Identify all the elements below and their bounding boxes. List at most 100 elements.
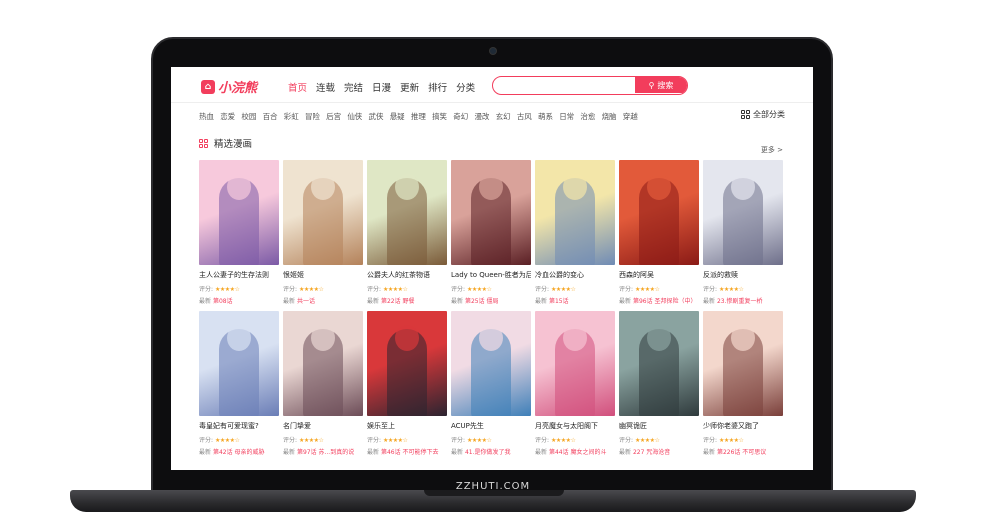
comic-cover[interactable] bbox=[535, 160, 615, 265]
category-item[interactable]: 后宫 bbox=[326, 111, 341, 122]
comic-title[interactable]: 少师你老婆又跑了 bbox=[703, 421, 783, 431]
comic-cover[interactable] bbox=[619, 160, 699, 265]
comic-card[interactable]: 西森的阿吴 评分: ★★★★☆ 最新 第96话 圣邦探险（中） bbox=[619, 160, 699, 305]
latest-chapter[interactable]: 最新 第97话 苏...到真的说 bbox=[283, 447, 363, 456]
comic-cover[interactable] bbox=[367, 160, 447, 265]
logo-text: 小浣熊 bbox=[218, 81, 258, 96]
comic-title[interactable]: ACUP先生 bbox=[451, 421, 531, 431]
all-categories-link[interactable]: 全部分类 bbox=[741, 109, 785, 120]
comic-title[interactable]: 娱乐至上 bbox=[367, 421, 447, 431]
latest-chapter[interactable]: 最新 第226话 不可思议 bbox=[703, 447, 783, 456]
comic-card[interactable]: 反派的救赎 评分: ★★★★☆ 最新 23.惨剧重复一桥 bbox=[703, 160, 783, 305]
category-item[interactable]: 热血 bbox=[199, 111, 214, 122]
cover-figure-head bbox=[395, 325, 419, 351]
comic-title[interactable]: 主人公妻子的生存法则 bbox=[199, 270, 279, 280]
comic-card[interactable]: 毒皇妃有可爱现蜜? 评分: ★★★★☆ 最新 第42话 母亲的威胁 bbox=[199, 311, 279, 456]
category-item[interactable]: 恋爱 bbox=[220, 111, 235, 122]
latest-chapter[interactable]: 最新 第42话 母亲的威胁 bbox=[199, 447, 279, 456]
comic-cover[interactable] bbox=[703, 311, 783, 416]
comic-title[interactable]: 名门挚爱 bbox=[283, 421, 363, 431]
comic-card[interactable]: 娱乐至上 评分: ★★★★☆ 最新 第46话 不可能停下去 bbox=[367, 311, 447, 456]
category-item[interactable]: 冒险 bbox=[305, 111, 320, 122]
comic-title[interactable]: 反派的救赎 bbox=[703, 270, 783, 280]
nav-ranking[interactable]: 排行 bbox=[428, 80, 447, 94]
comic-card[interactable]: 月亮魔女与太阳阁下 评分: ★★★★☆ 最新 第44话 魔女之间的斗 bbox=[535, 311, 615, 456]
category-item[interactable]: 烧脑 bbox=[602, 111, 617, 122]
comic-cover[interactable] bbox=[703, 160, 783, 265]
category-item[interactable]: 校园 bbox=[241, 111, 256, 122]
comic-card[interactable]: 公爵夫人的红茶物语 评分: ★★★★☆ 最新 第22话 野餐 bbox=[367, 160, 447, 305]
category-item[interactable]: 古风 bbox=[517, 111, 532, 122]
nav-categories[interactable]: 分类 bbox=[456, 80, 475, 94]
comic-card[interactable]: 幽冥诡匠 评分: ★★★★☆ 最新 227 咒海沧音 bbox=[619, 311, 699, 456]
comic-card[interactable]: Lady to Queen-胜者为后 评分: ★★★★☆ 最新 第25话 僵局 bbox=[451, 160, 531, 305]
nav-home[interactable]: 首页 bbox=[288, 80, 307, 94]
category-item[interactable]: 日常 bbox=[559, 111, 574, 122]
latest-chapter[interactable]: 最新 23.惨剧重复一桥 bbox=[703, 296, 783, 305]
comic-title[interactable]: 月亮魔女与太阳阁下 bbox=[535, 421, 615, 431]
comic-title[interactable]: 幽冥诡匠 bbox=[619, 421, 699, 431]
category-bar: 热血 恋爱 校园 百合 彩虹 冒险 后宫 仙侠 武侠 悬疑 推理 搞笑 奇幻 漫改 玄幻 古风 萌系 日常 治愈 烧脑… bbox=[199, 111, 638, 122]
comic-title[interactable]: 公爵夫人的红茶物语 bbox=[367, 270, 447, 280]
latest-chapter[interactable]: 最新 第22话 野餐 bbox=[367, 296, 447, 305]
category-item[interactable]: 穿越 bbox=[623, 111, 638, 122]
logo[interactable]: ⌂ 小浣熊 bbox=[201, 77, 257, 96]
latest-chapter[interactable]: 最新 227 咒海沧音 bbox=[619, 447, 699, 456]
comic-cover[interactable] bbox=[535, 311, 615, 416]
latest-chapter[interactable]: 最新 第25话 僵局 bbox=[451, 296, 531, 305]
rating-stars: ★★★★☆ bbox=[550, 437, 576, 444]
rating-label: 评分: bbox=[451, 437, 466, 444]
chapter-name: 第25话 僵局 bbox=[464, 298, 499, 305]
chapter-name: 共一话 bbox=[296, 298, 315, 305]
nav-updates[interactable]: 更新 bbox=[400, 80, 419, 94]
more-link[interactable]: 更多 > bbox=[761, 145, 783, 155]
category-item[interactable]: 搞笑 bbox=[432, 111, 447, 122]
comic-cover[interactable] bbox=[367, 311, 447, 416]
comic-cover[interactable] bbox=[451, 160, 531, 265]
comic-card[interactable]: 主人公妻子的生存法则 评分: ★★★★☆ 最新 第08话 bbox=[199, 160, 279, 305]
category-item[interactable]: 武侠 bbox=[369, 111, 384, 122]
category-item[interactable]: 萌系 bbox=[538, 111, 553, 122]
comic-cover[interactable] bbox=[451, 311, 531, 416]
category-item[interactable]: 漫改 bbox=[474, 111, 489, 122]
comic-card[interactable]: 恨姬姬 评分: ★★★★☆ 最新 共一话 bbox=[283, 160, 363, 305]
comic-card[interactable]: 冷血公爵的变心 评分: ★★★★☆ 最新 第15话 bbox=[535, 160, 615, 305]
category-item[interactable]: 奇幻 bbox=[453, 111, 468, 122]
latest-label: 最新 bbox=[535, 449, 548, 456]
search-button[interactable]: ⚲ 搜索 bbox=[635, 77, 687, 93]
latest-label: 最新 bbox=[619, 449, 632, 456]
latest-chapter[interactable]: 最新 41.是你做发了我 bbox=[451, 447, 531, 456]
latest-chapter[interactable]: 最新 第08话 bbox=[199, 296, 279, 305]
category-item[interactable]: 彩虹 bbox=[284, 111, 299, 122]
latest-chapter[interactable]: 最新 第96话 圣邦探险（中） bbox=[619, 296, 699, 305]
comic-card[interactable]: 少师你老婆又跑了 评分: ★★★★☆ 最新 第226话 不可思议 bbox=[703, 311, 783, 456]
latest-chapter[interactable]: 最新 第44话 魔女之间的斗 bbox=[535, 447, 615, 456]
comic-title[interactable]: 毒皇妃有可爱现蜜? bbox=[199, 421, 279, 431]
latest-chapter[interactable]: 最新 第15话 bbox=[535, 296, 615, 305]
comic-title[interactable]: Lady to Queen-胜者为后 bbox=[451, 270, 531, 280]
comic-title[interactable]: 冷血公爵的变心 bbox=[535, 270, 615, 280]
category-item[interactable]: 仙侠 bbox=[347, 111, 362, 122]
latest-chapter[interactable]: 最新 共一话 bbox=[283, 296, 363, 305]
category-item[interactable]: 推理 bbox=[411, 111, 426, 122]
comic-card[interactable]: ACUP先生 评分: ★★★★☆ 最新 41.是你做发了我 bbox=[451, 311, 531, 456]
search-input[interactable] bbox=[493, 77, 638, 93]
comic-cover[interactable] bbox=[283, 160, 363, 265]
comic-title[interactable]: 西森的阿吴 bbox=[619, 270, 699, 280]
comic-cover[interactable] bbox=[199, 160, 279, 265]
nav-serial[interactable]: 连载 bbox=[316, 80, 335, 94]
comic-card[interactable]: 名门挚爱 评分: ★★★★☆ 最新 第97话 苏...到真的说 bbox=[283, 311, 363, 456]
category-item[interactable]: 治愈 bbox=[580, 111, 595, 122]
nav-japanese[interactable]: 日漫 bbox=[372, 80, 391, 94]
comic-cover[interactable] bbox=[199, 311, 279, 416]
nav-finished[interactable]: 完结 bbox=[344, 80, 363, 94]
comic-cover[interactable] bbox=[283, 311, 363, 416]
search-icon: ⚲ bbox=[648, 80, 655, 90]
category-item[interactable]: 悬疑 bbox=[390, 111, 405, 122]
category-item[interactable]: 百合 bbox=[263, 111, 278, 122]
comic-cover[interactable] bbox=[619, 311, 699, 416]
chapter-name: 第42话 母亲的威胁 bbox=[212, 449, 265, 456]
latest-chapter[interactable]: 最新 第46话 不可能停下去 bbox=[367, 447, 447, 456]
comic-title[interactable]: 恨姬姬 bbox=[283, 270, 363, 280]
category-item[interactable]: 玄幻 bbox=[496, 111, 511, 122]
